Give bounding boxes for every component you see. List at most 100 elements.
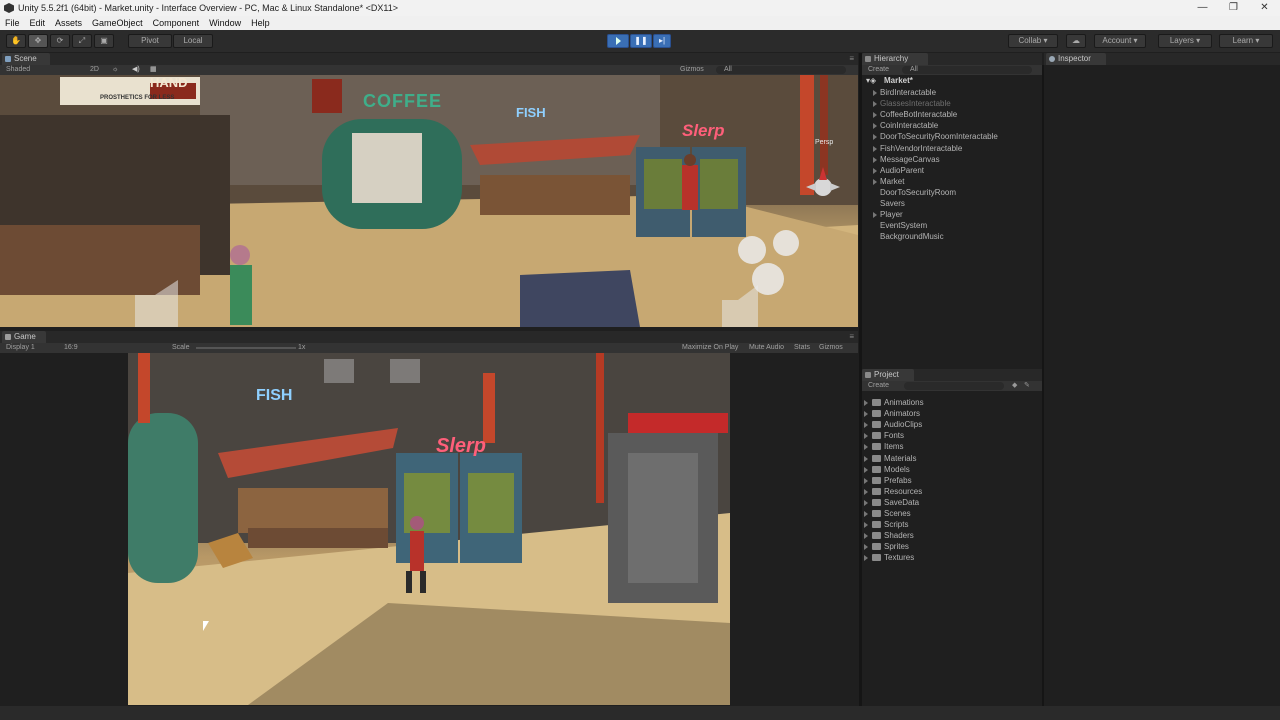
- rotate-tool-icon[interactable]: ⟳: [50, 34, 70, 48]
- hand-tool-icon[interactable]: ✋: [6, 34, 26, 48]
- mode-2d-toggle[interactable]: 2D: [90, 65, 99, 75]
- panel-divider[interactable]: [1042, 65, 1044, 706]
- hierarchy-item[interactable]: Market: [873, 176, 904, 187]
- expand-arrow-icon[interactable]: [864, 511, 868, 517]
- expand-arrow-icon[interactable]: [873, 212, 877, 219]
- project-folder-item[interactable]: Models: [864, 464, 1034, 475]
- scene-search-input[interactable]: All: [716, 66, 846, 74]
- hierarchy-item[interactable]: DoorToSecurityRoom: [880, 187, 956, 198]
- hierarchy-item[interactable]: Player: [873, 209, 903, 220]
- game-panel-menu-icon[interactable]: ≡: [849, 332, 854, 341]
- tab-inspector[interactable]: Inspector: [1046, 53, 1106, 65]
- collab-dropdown[interactable]: Collab ▾: [1008, 34, 1058, 48]
- expand-arrow-icon[interactable]: [864, 499, 868, 506]
- project-folder-item[interactable]: SaveData: [864, 497, 1034, 508]
- close-button[interactable]: ✕: [1249, 0, 1280, 16]
- menu-component[interactable]: Component: [148, 18, 205, 28]
- menu-help[interactable]: Help: [246, 18, 275, 28]
- project-folder-item[interactable]: Materials: [864, 453, 1034, 464]
- expand-arrow-icon[interactable]: [864, 400, 868, 406]
- mute-audio-toggle[interactable]: Mute Audio: [749, 343, 784, 353]
- maximize-on-play-toggle[interactable]: Maximize On Play: [682, 343, 738, 353]
- expand-arrow-icon[interactable]: [873, 123, 877, 130]
- audio-toggle-icon[interactable]: ◀): [132, 65, 140, 75]
- hierarchy-create-dropdown[interactable]: Create: [868, 65, 889, 75]
- menu-gameobject[interactable]: GameObject: [87, 18, 148, 28]
- expand-arrow-icon[interactable]: [864, 533, 868, 540]
- project-folder-item[interactable]: Resources: [864, 486, 1034, 497]
- expand-arrow-icon[interactable]: [864, 433, 868, 440]
- hierarchy-item[interactable]: BackgroundMusic: [880, 231, 944, 242]
- expand-arrow-icon[interactable]: [873, 101, 877, 108]
- project-create-dropdown[interactable]: Create: [868, 381, 889, 391]
- menu-window[interactable]: Window: [204, 18, 246, 28]
- tab-hierarchy[interactable]: Hierarchy: [862, 53, 928, 65]
- hierarchy-item[interactable]: CoffeeBotInteractable: [873, 109, 957, 120]
- project-folder-item[interactable]: Scenes: [864, 508, 1034, 519]
- expand-arrow-icon[interactable]: [864, 411, 868, 418]
- project-folder-item[interactable]: Scripts: [864, 519, 1034, 530]
- expand-arrow-icon[interactable]: [864, 422, 868, 429]
- expand-arrow-icon[interactable]: [864, 477, 868, 484]
- project-folder-item[interactable]: Shaders: [864, 530, 1034, 541]
- project-folder-item[interactable]: Textures: [864, 552, 1034, 563]
- hierarchy-item[interactable]: DoorToSecurityRoomInteractable: [873, 131, 998, 142]
- expand-arrow-icon[interactable]: [864, 455, 868, 462]
- filter-type-icon[interactable]: ◆: [1012, 381, 1017, 391]
- project-folder-item[interactable]: Sprites: [864, 541, 1034, 552]
- scene-gizmos-dropdown[interactable]: Gizmos: [680, 65, 704, 75]
- expand-arrow-icon[interactable]: [873, 112, 877, 119]
- play-button[interactable]: [607, 34, 629, 48]
- expand-arrow-icon[interactable]: [873, 178, 877, 185]
- hierarchy-item[interactable]: AudioParent: [873, 165, 924, 176]
- step-button[interactable]: ▸|: [653, 34, 671, 48]
- hierarchy-search-input[interactable]: All: [902, 66, 1032, 74]
- account-dropdown[interactable]: Account ▾: [1094, 34, 1146, 48]
- stats-toggle[interactable]: Stats: [794, 343, 810, 353]
- pause-button[interactable]: ❚❚: [630, 34, 652, 48]
- aspect-dropdown[interactable]: 16:9: [64, 343, 78, 353]
- minimize-button[interactable]: —: [1187, 0, 1218, 16]
- hierarchy-item[interactable]: FishVendorInteractable: [873, 143, 962, 154]
- menu-assets[interactable]: Assets: [50, 18, 87, 28]
- expand-arrow-icon[interactable]: [864, 522, 868, 529]
- scale-slider[interactable]: [196, 347, 296, 349]
- project-folder-item[interactable]: Items: [864, 441, 1034, 452]
- hierarchy-scene-root[interactable]: Market*: [884, 76, 913, 85]
- expand-arrow-icon[interactable]: [864, 444, 868, 451]
- hierarchy-item[interactable]: BirdInteractable: [873, 87, 936, 98]
- cloud-icon[interactable]: ☁: [1066, 34, 1086, 48]
- expand-arrow-icon[interactable]: [864, 488, 868, 495]
- shading-mode-dropdown[interactable]: Shaded: [6, 65, 30, 75]
- hierarchy-item[interactable]: CoinInteractable: [873, 120, 938, 131]
- lighting-toggle-icon[interactable]: ☼: [112, 65, 118, 75]
- hierarchy-item[interactable]: EventSystem: [880, 220, 927, 231]
- expand-arrow-icon[interactable]: [873, 134, 877, 141]
- rect-tool-icon[interactable]: ▣: [94, 34, 114, 48]
- local-toggle[interactable]: Local: [173, 34, 213, 48]
- project-folder-item[interactable]: Animators: [864, 408, 1034, 419]
- scale-tool-icon[interactable]: ⤢: [72, 34, 92, 48]
- game-viewport[interactable]: FISH Slerp: [128, 353, 730, 705]
- display-dropdown[interactable]: Display 1: [6, 343, 35, 353]
- move-tool-icon[interactable]: ✥: [28, 34, 48, 48]
- menu-edit[interactable]: Edit: [25, 18, 51, 28]
- hierarchy-item[interactable]: MessageCanvas: [873, 154, 940, 165]
- expand-arrow-icon[interactable]: [864, 544, 868, 551]
- panel-menu-icon[interactable]: ≡: [849, 54, 854, 63]
- expand-arrow-icon[interactable]: [864, 555, 868, 562]
- tab-game[interactable]: Game: [2, 331, 46, 343]
- learn-dropdown[interactable]: Learn ▾: [1219, 34, 1273, 48]
- menu-file[interactable]: File: [0, 18, 25, 28]
- persp-label[interactable]: Persp: [815, 139, 833, 146]
- expand-arrow-icon[interactable]: [873, 156, 877, 163]
- tab-scene[interactable]: Scene: [2, 53, 50, 65]
- project-folder-item[interactable]: Fonts: [864, 430, 1034, 441]
- layers-dropdown[interactable]: Layers ▾: [1158, 34, 1212, 48]
- expand-arrow-icon[interactable]: [873, 90, 877, 96]
- tab-project[interactable]: Project: [862, 369, 914, 381]
- effects-toggle-icon[interactable]: ▦: [150, 65, 157, 75]
- expand-arrow-icon[interactable]: [873, 167, 877, 174]
- project-folder-item[interactable]: Prefabs: [864, 475, 1034, 486]
- scene-viewport[interactable]: COFFEE FISH Slerp HAND PROSTHETICS FOR L…: [0, 75, 858, 327]
